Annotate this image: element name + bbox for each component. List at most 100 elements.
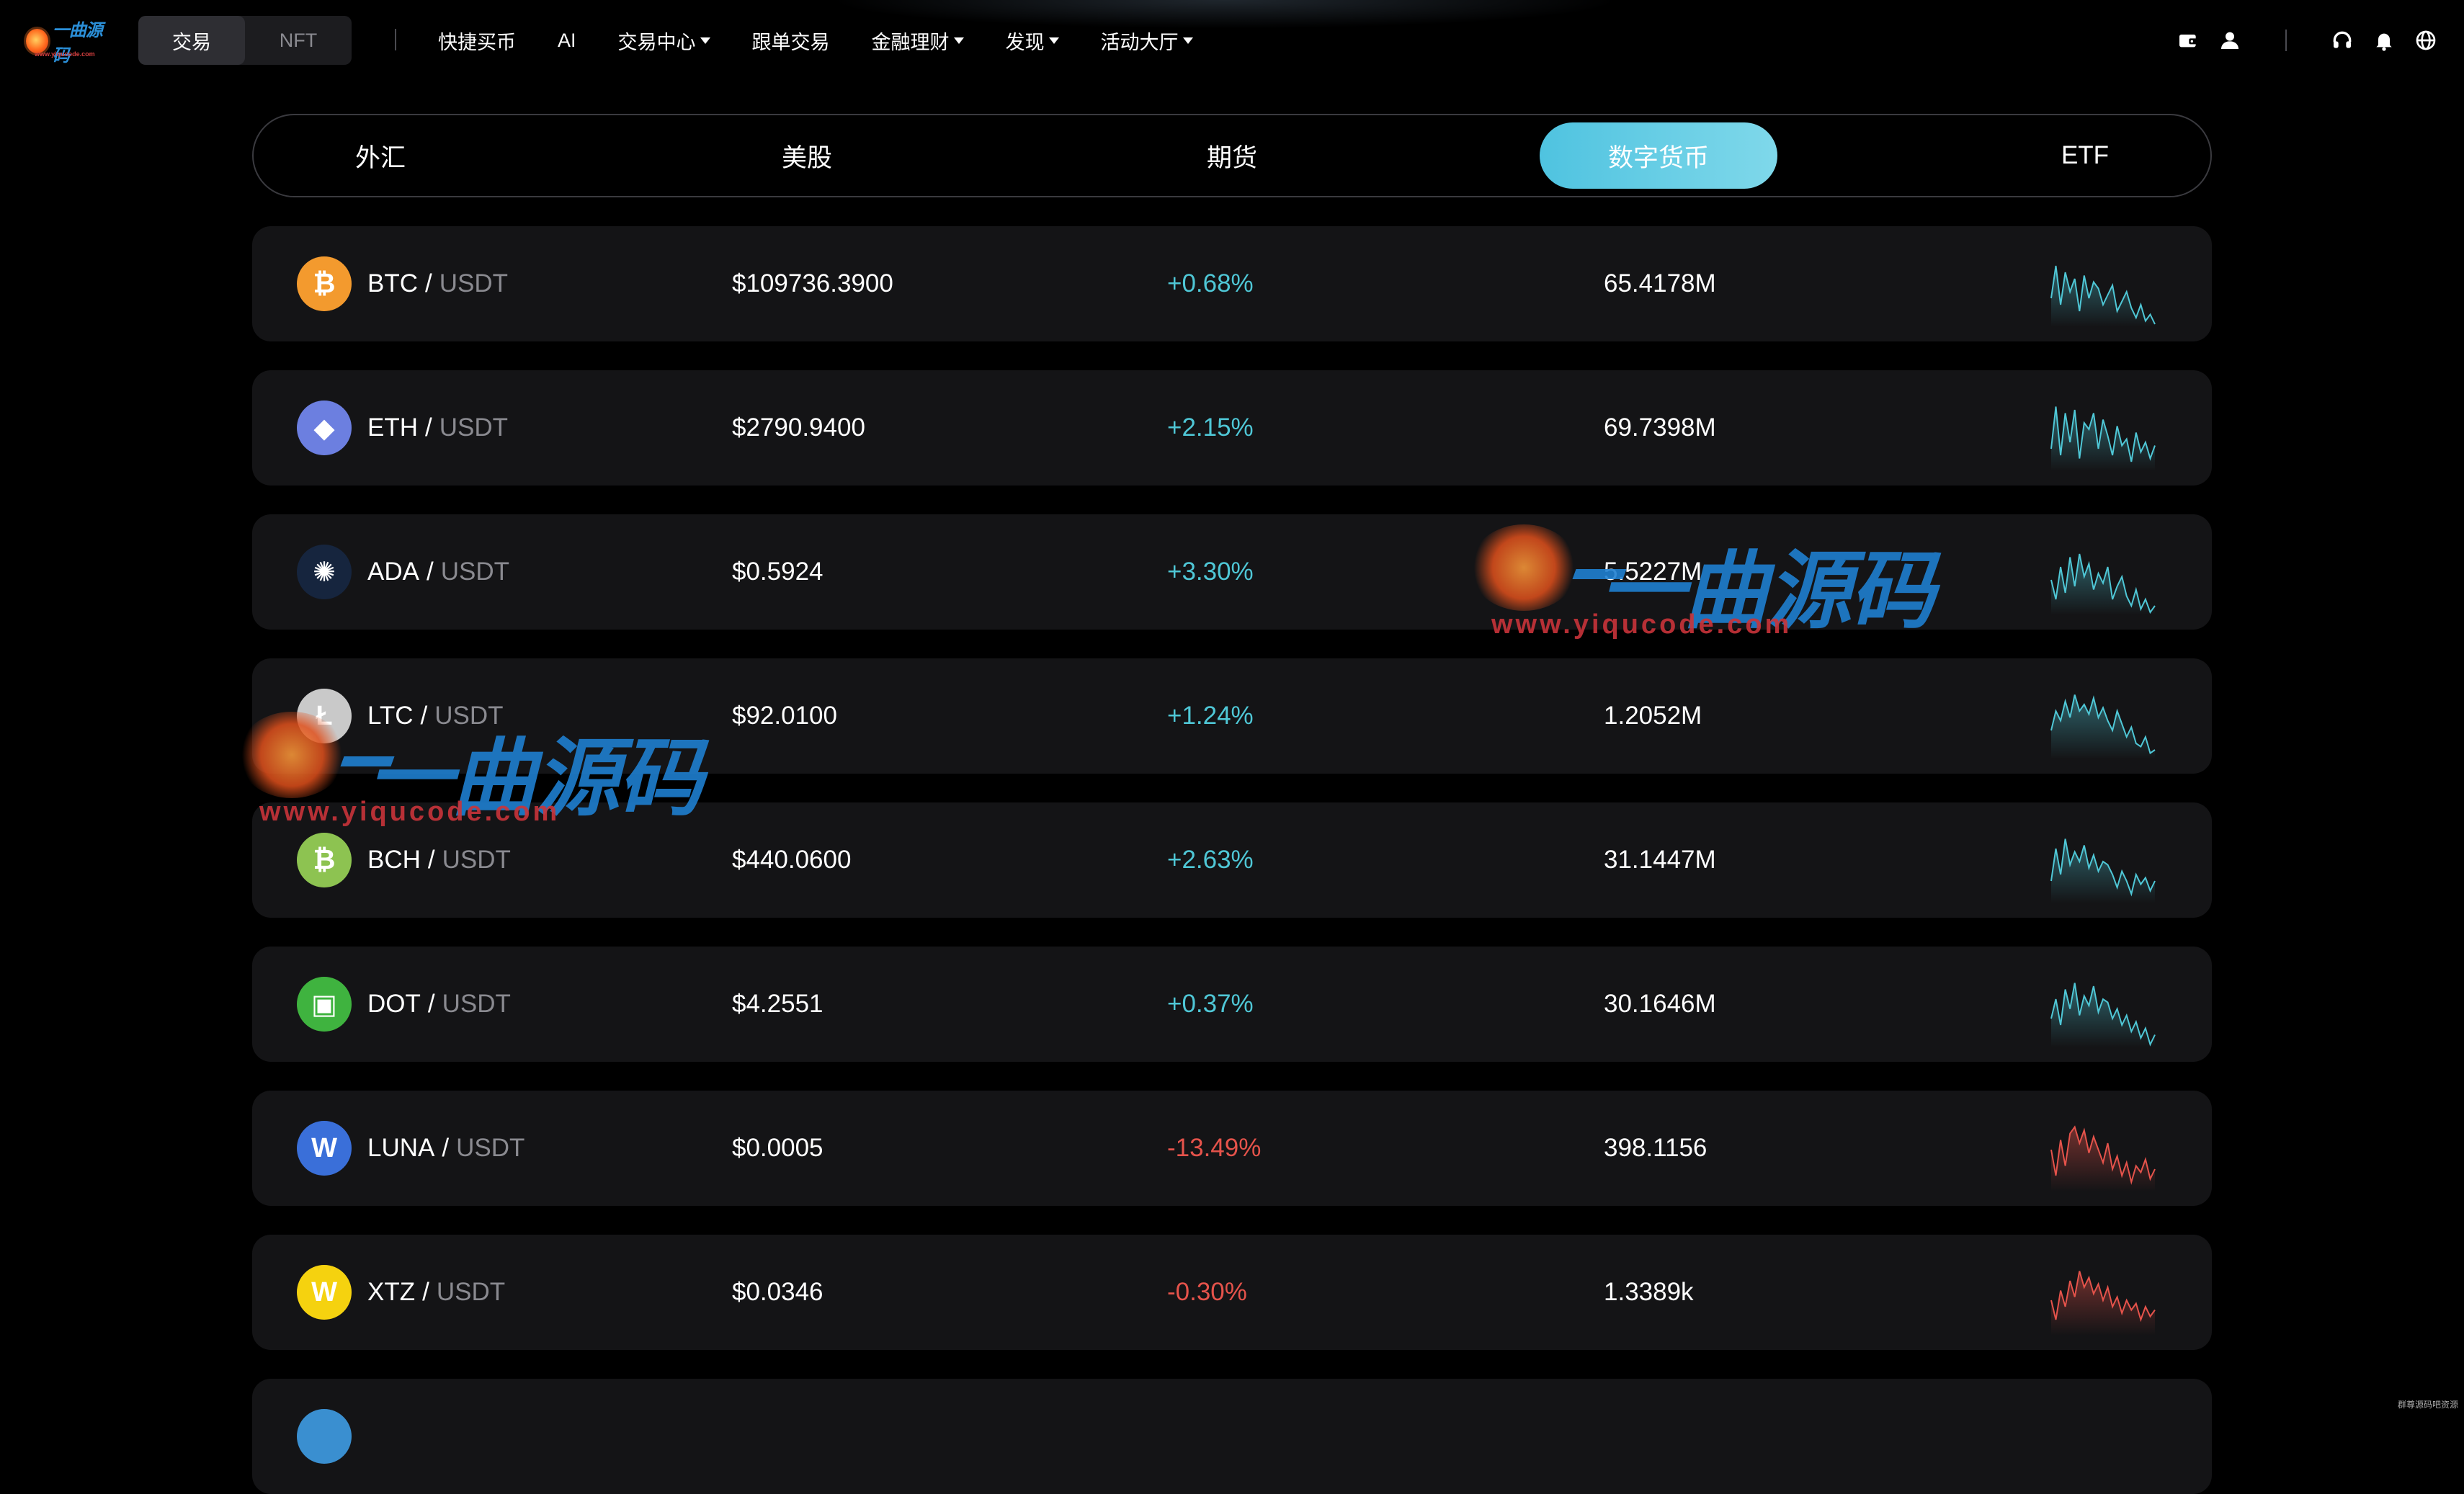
- nav-link[interactable]: 快捷买币: [438, 27, 516, 55]
- trading-pair: LTC/USDT: [367, 658, 504, 774]
- volume: 398.1156: [1604, 1091, 1707, 1206]
- market-row-partial[interactable]: [252, 1379, 2212, 1494]
- volume: 1.2052M: [1604, 658, 1702, 774]
- nav-link-label: 活动大厅: [1101, 27, 1179, 55]
- headset-icon[interactable]: [2330, 28, 2354, 53]
- volume: 30.1646M: [1604, 947, 1716, 1062]
- sparkline-area: [2051, 266, 2155, 327]
- nav-right-divider: [2285, 30, 2287, 51]
- terra-icon: W: [297, 1121, 352, 1176]
- switch-nft[interactable]: NFT: [245, 16, 352, 65]
- market-row[interactable]: ✺ ADA/USDT $0.5924 +3.30% 5.5227M: [252, 514, 2212, 630]
- market-row[interactable]: WXTZ/USDT$0.0346-0.30%1.3389k: [252, 1235, 2212, 1350]
- nav-divider: [395, 29, 396, 50]
- nav-link[interactable]: 交易中心: [618, 27, 710, 55]
- nav-link[interactable]: AI: [558, 30, 576, 52]
- price-change: -13.49%: [1167, 1091, 1261, 1206]
- category-tab[interactable]: ETF: [1966, 122, 2204, 189]
- sparkline-chart: [2049, 831, 2157, 903]
- pair-quote: USDT: [442, 990, 511, 1019]
- category-tab[interactable]: 期货: [1113, 122, 1351, 189]
- litecoin-icon: Ł: [297, 689, 352, 743]
- volume: 5.5227M: [1604, 514, 1702, 630]
- price-change: +0.37%: [1167, 947, 1254, 1062]
- volume: 1.3389k: [1604, 1235, 1694, 1350]
- market-row[interactable]: ₿BTC/USDT$109736.3900+0.68%65.4178M: [252, 226, 2212, 341]
- market-row[interactable]: ŁLTC/USDT$92.0100+1.24%1.2052M: [252, 658, 2212, 774]
- nav-link-label: 跟单交易: [752, 27, 830, 55]
- sparkline-chart: [2049, 543, 2157, 615]
- last-price: $0.5924: [732, 514, 823, 630]
- caret-down-icon: [1183, 37, 1193, 44]
- caret-down-icon: [1049, 37, 1059, 44]
- switch-trade[interactable]: 交易: [138, 16, 245, 65]
- pair-separator: /: [425, 413, 432, 442]
- nav-right-icons: [2159, 24, 2438, 56]
- pair-base: DOT: [367, 990, 421, 1019]
- sparkline-chart: [2049, 1263, 2157, 1336]
- category-tab[interactable]: 外汇: [262, 122, 499, 189]
- trading-pair: ADA/USDT: [367, 514, 509, 630]
- pair-base: BCH: [367, 846, 421, 875]
- pair-base: LTC: [367, 702, 414, 730]
- price-change: +3.30%: [1167, 514, 1254, 630]
- category-tab[interactable]: 美股: [688, 122, 926, 189]
- last-price: $0.0346: [732, 1235, 823, 1350]
- last-price: $440.0600: [732, 802, 851, 918]
- nav-link[interactable]: 金融理财: [872, 27, 964, 55]
- pair-quote: USDT: [441, 558, 509, 586]
- pair-quote: USDT: [437, 1278, 505, 1307]
- caret-down-icon: [700, 37, 710, 44]
- trading-pair: BCH/USDT: [367, 802, 511, 918]
- volume: 65.4178M: [1604, 226, 1716, 341]
- market-row[interactable]: WLUNA/USDT$0.0005-13.49%398.1156: [252, 1091, 2212, 1206]
- last-price: $109736.3900: [732, 226, 893, 341]
- nav-link[interactable]: 发现: [1006, 27, 1059, 55]
- pair-separator: /: [428, 846, 435, 875]
- nav-link-label: 快捷买币: [438, 27, 516, 55]
- price-change: +1.24%: [1167, 658, 1254, 774]
- pair-quote: USDT: [456, 1134, 525, 1163]
- price-change: -0.30%: [1167, 1235, 1247, 1350]
- trading-pair: LUNA/USDT: [367, 1091, 525, 1206]
- market-row[interactable]: ▣DOT/USDT$4.2551+0.37%30.1646M: [252, 947, 2212, 1062]
- category-tab[interactable]: 数字货币: [1540, 122, 1777, 189]
- logo-url: www.yiqucode.com: [35, 50, 95, 58]
- price-change: +0.68%: [1167, 226, 1254, 341]
- pair-separator: /: [422, 1278, 429, 1307]
- nav-link-label: AI: [558, 30, 576, 52]
- trading-pair: DOT/USDT: [367, 947, 511, 1062]
- site-logo[interactable]: 一曲源码 www.yiqucode.com: [26, 22, 112, 61]
- wallet-icon[interactable]: [2176, 28, 2200, 53]
- market-row[interactable]: ₿ BCH/USDT $440.0600 +2.63% 31.1447M: [252, 802, 2212, 918]
- market-row[interactable]: ◆ETH/USDT$2790.9400+2.15%69.7398M: [252, 370, 2212, 486]
- volume: 31.1447M: [1604, 802, 1716, 918]
- bell-icon[interactable]: [2372, 28, 2396, 53]
- cardano-icon: ✺: [297, 545, 352, 599]
- pair-quote: USDT: [439, 413, 508, 442]
- market-category-tabs: 外汇 美股 期货 数字货币 ETF: [252, 114, 2212, 197]
- pair-separator: /: [427, 558, 434, 586]
- nav-link[interactable]: 跟单交易: [752, 27, 830, 55]
- pair-separator: /: [442, 1134, 449, 1163]
- caret-down-icon: [954, 37, 964, 44]
- top-navigation-bar: 一曲源码 www.yiqucode.com 交易 NFT 快捷买币 AI 交易中心 跟…: [0, 0, 2464, 81]
- corner-watermark: 群尊源码吧资源: [2398, 1398, 2458, 1410]
- bitcoin-icon: ₿: [297, 256, 352, 311]
- price-change: +2.15%: [1167, 370, 1254, 486]
- pair-separator: /: [428, 990, 435, 1019]
- sparkline-chart: [2049, 687, 2157, 759]
- bitcoin-cash-icon: ₿: [297, 833, 352, 887]
- pair-quote: USDT: [439, 269, 508, 298]
- nav-link-label: 交易中心: [618, 27, 696, 55]
- pair-separator: /: [421, 702, 428, 730]
- user-icon[interactable]: [2218, 28, 2242, 53]
- coin-icon: [297, 1409, 352, 1464]
- price-change: +2.63%: [1167, 802, 1254, 918]
- globe-icon[interactable]: [2414, 28, 2438, 53]
- sparkline-chart: [2049, 399, 2157, 471]
- nav-link[interactable]: 活动大厅: [1101, 27, 1193, 55]
- trading-pair: XTZ/USDT: [367, 1235, 505, 1350]
- sparkline-area: [2051, 1271, 2155, 1336]
- polkadot-icon: ▣: [297, 977, 352, 1032]
